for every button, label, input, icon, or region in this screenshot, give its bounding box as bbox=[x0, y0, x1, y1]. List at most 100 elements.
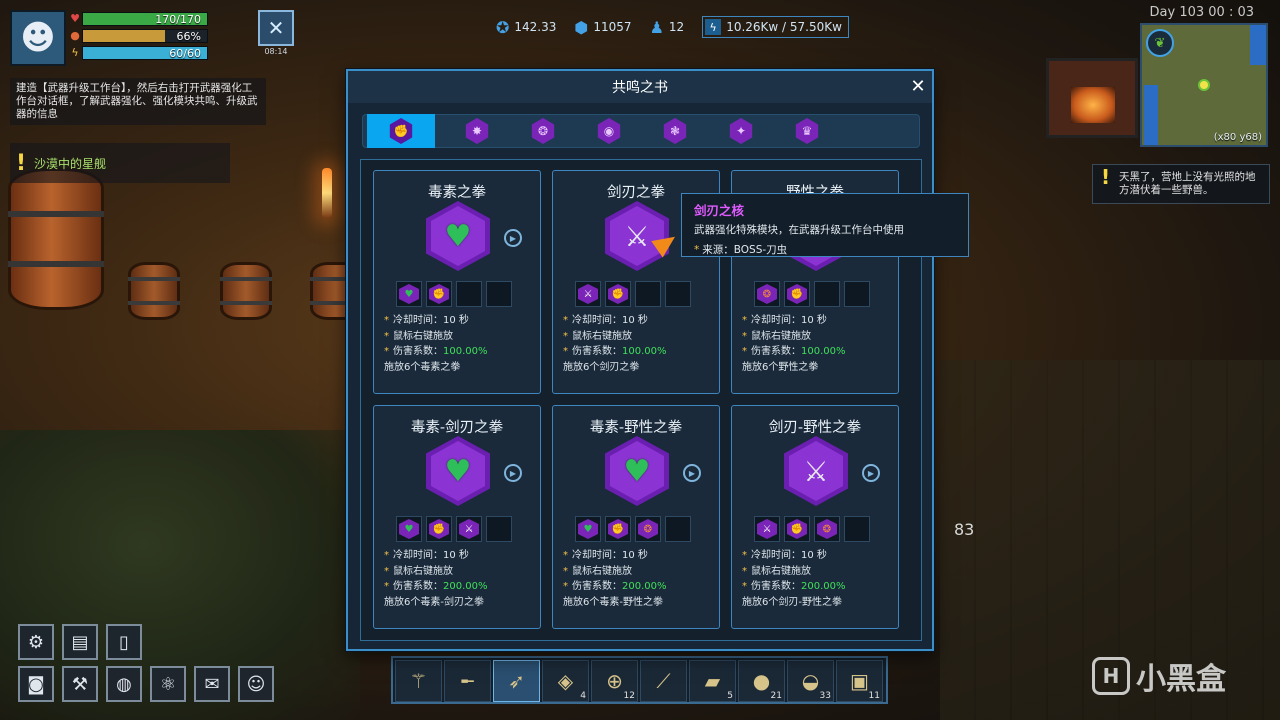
beast-icon: ❂ bbox=[531, 118, 555, 144]
card-stats: * 冷却时间：10 秒 * 鼠标右键施放 * 伤害系数：100.00% 施放6个毒素之… bbox=[384, 313, 488, 375]
tab-orb[interactable]: ◉ bbox=[593, 115, 625, 147]
walkie-talkie-icon[interactable]: ▯ bbox=[106, 624, 142, 660]
hotbar-slot[interactable]: ╾ bbox=[444, 660, 491, 702]
module-slot[interactable]: ⚔ bbox=[754, 516, 780, 542]
cooldown-line: * 冷却时间：10 秒 bbox=[742, 550, 827, 561]
research-value: 142.33 bbox=[514, 20, 557, 34]
module-slot[interactable]: ✊ bbox=[784, 281, 810, 307]
play-preview-button[interactable]: ▶ bbox=[504, 229, 522, 247]
module-slot[interactable]: ♥ bbox=[396, 281, 422, 307]
tab-burst[interactable]: ✸ bbox=[461, 115, 493, 147]
module-slot[interactable]: ✊ bbox=[605, 281, 631, 307]
hotbar-slot[interactable]: ⟋ bbox=[640, 660, 687, 702]
mail-icon[interactable]: ✉ bbox=[194, 666, 230, 702]
cast-line: 施放6个剑刃-野性之拳 bbox=[742, 596, 842, 608]
cast-line: 施放6个毒素-野性之拳 bbox=[563, 596, 663, 608]
fist-swirl-icon: ✊ bbox=[389, 118, 413, 144]
crossed-blades-icon: ⚔ bbox=[757, 519, 777, 539]
module-slot[interactable]: ♥ bbox=[396, 516, 422, 542]
empty-module-slot[interactable] bbox=[635, 281, 661, 307]
rifle-icon: ╾ bbox=[461, 669, 474, 693]
tooltip-source-text: 来源：BOSS-刀虫 bbox=[702, 244, 788, 256]
cooldown-line: * 冷却时间：10 秒 bbox=[384, 550, 469, 561]
syringe-icon: ⟋ bbox=[656, 669, 671, 693]
module-slots: ❂ ✊ bbox=[754, 281, 870, 307]
fist-swirl-icon: ✊ bbox=[608, 284, 628, 304]
vitals: ♥ 170/170 ● 66% ϟ 60/60 bbox=[68, 10, 208, 61]
module-slot[interactable]: ✊ bbox=[426, 516, 452, 542]
module-slot[interactable]: ✊ bbox=[784, 516, 810, 542]
backpack-icon[interactable]: ◙ bbox=[18, 666, 54, 702]
play-preview-button[interactable]: ▶ bbox=[862, 464, 880, 482]
hotbar-slot[interactable]: ◈ 4 bbox=[542, 660, 589, 702]
damage-line: * 伤害系数：100.00% bbox=[563, 346, 667, 357]
module-slot[interactable]: ❂ bbox=[754, 281, 780, 307]
fist-swirl-icon: ✊ bbox=[429, 284, 449, 304]
quest-tracker[interactable]: ! 沙漠中的星舰 bbox=[10, 143, 230, 183]
module-slot[interactable]: ⚔ bbox=[456, 516, 482, 542]
empty-module-slot[interactable] bbox=[456, 281, 482, 307]
module-slot[interactable]: ❂ bbox=[814, 516, 840, 542]
tab-fist-swirl[interactable]: ✊ bbox=[367, 114, 435, 148]
module-slot[interactable]: ❂ bbox=[635, 516, 661, 542]
minimap[interactable]: ❦ (x80 y68) bbox=[1140, 23, 1268, 147]
hotbar-slot[interactable]: ➶ bbox=[493, 660, 540, 702]
population-icon: ♟ bbox=[649, 17, 664, 37]
play-preview-button[interactable]: ▶ bbox=[683, 464, 701, 482]
play-preview-button[interactable]: ▶ bbox=[504, 464, 522, 482]
globe-icon[interactable]: ◍ bbox=[106, 666, 142, 702]
hotbar-slot[interactable]: ● 21 bbox=[738, 660, 785, 702]
hotbar-slot[interactable]: ▰ 5 bbox=[689, 660, 736, 702]
population-value: 12 bbox=[668, 20, 685, 34]
hotbar-slot[interactable]: ⊕ 12 bbox=[591, 660, 638, 702]
poison-heart-icon[interactable]: ♥ bbox=[605, 436, 669, 506]
empty-module-slot[interactable] bbox=[844, 281, 870, 307]
tooltip-source: * 来源：BOSS-刀虫 bbox=[694, 242, 956, 257]
module-slot[interactable]: ✊ bbox=[426, 281, 452, 307]
module-slot[interactable]: ✊ bbox=[605, 516, 631, 542]
beast-icon: ❂ bbox=[638, 519, 658, 539]
tab-crown[interactable]: ♛ bbox=[791, 115, 823, 147]
menu-row-top: ⚙ ▤ ▯ bbox=[18, 624, 142, 660]
furnace[interactable] bbox=[1046, 58, 1138, 138]
xiaoheihe-watermark: H 小黑盒 bbox=[1092, 654, 1226, 698]
crossed-tools-icon[interactable]: ✕ bbox=[258, 10, 294, 46]
empty-module-slot[interactable] bbox=[665, 281, 691, 307]
module-slot[interactable]: ♥ bbox=[575, 516, 601, 542]
tab-brain[interactable]: ❃ bbox=[659, 115, 691, 147]
cast-line: 施放6个野性之拳 bbox=[742, 361, 819, 373]
crossed-blades-icon[interactable]: ⚔ bbox=[784, 436, 848, 506]
watermark-logo: H bbox=[1092, 657, 1130, 695]
module-slot[interactable]: ⚔ bbox=[575, 281, 601, 307]
empty-module-slot[interactable] bbox=[486, 281, 512, 307]
poison-heart-icon[interactable]: ♥ bbox=[426, 201, 490, 271]
settings-gear-icon[interactable]: ⚙ bbox=[18, 624, 54, 660]
watermark-text: 小黑盒 bbox=[1136, 662, 1226, 697]
empty-module-slot[interactable] bbox=[844, 516, 870, 542]
empty-module-slot[interactable] bbox=[486, 516, 512, 542]
barrel[interactable] bbox=[128, 262, 180, 320]
poison-heart-icon[interactable]: ♥ bbox=[426, 436, 490, 506]
anvil-icon[interactable]: ⚒ bbox=[62, 666, 98, 702]
tab-fire[interactable]: ✦ bbox=[725, 115, 757, 147]
floating-number: 83 bbox=[954, 520, 975, 539]
resonance-card: 毒素-野性之拳 ♥ ▶ ♥ ✊ ❂ * 冷却时间：10 秒 * 鼠标右键施放 * 伤害系数… bbox=[552, 405, 720, 629]
hotbar-slot[interactable]: ◒ 33 bbox=[787, 660, 834, 702]
people-icon[interactable]: ☺ bbox=[238, 666, 274, 702]
atom-icon[interactable]: ⚛ bbox=[150, 666, 186, 702]
hotbar-slot[interactable]: ▣ 11 bbox=[836, 660, 883, 702]
empty-module-slot[interactable] bbox=[665, 516, 691, 542]
book-icon[interactable]: ▤ bbox=[62, 624, 98, 660]
hotbar-slot[interactable]: ⚚ bbox=[395, 660, 442, 702]
cast-line: 施放6个毒素之拳 bbox=[384, 361, 461, 373]
crown-icon: ♛ bbox=[795, 118, 819, 144]
empty-module-slot[interactable] bbox=[814, 281, 840, 307]
card-stats: * 冷却时间：10 秒 * 鼠标右键施放 * 伤害系数：200.00% 施放6个毒素-… bbox=[384, 548, 488, 610]
quest-title: 沙漠中的星舰 bbox=[34, 156, 107, 171]
storage-tank[interactable] bbox=[8, 168, 104, 310]
close-button[interactable]: ✕ bbox=[908, 77, 928, 97]
barrel[interactable] bbox=[220, 262, 272, 320]
lightning-icon: ϟ bbox=[71, 46, 79, 59]
module-slots: ♥ ✊ ❂ bbox=[575, 516, 691, 542]
tab-beast[interactable]: ❂ bbox=[527, 115, 559, 147]
